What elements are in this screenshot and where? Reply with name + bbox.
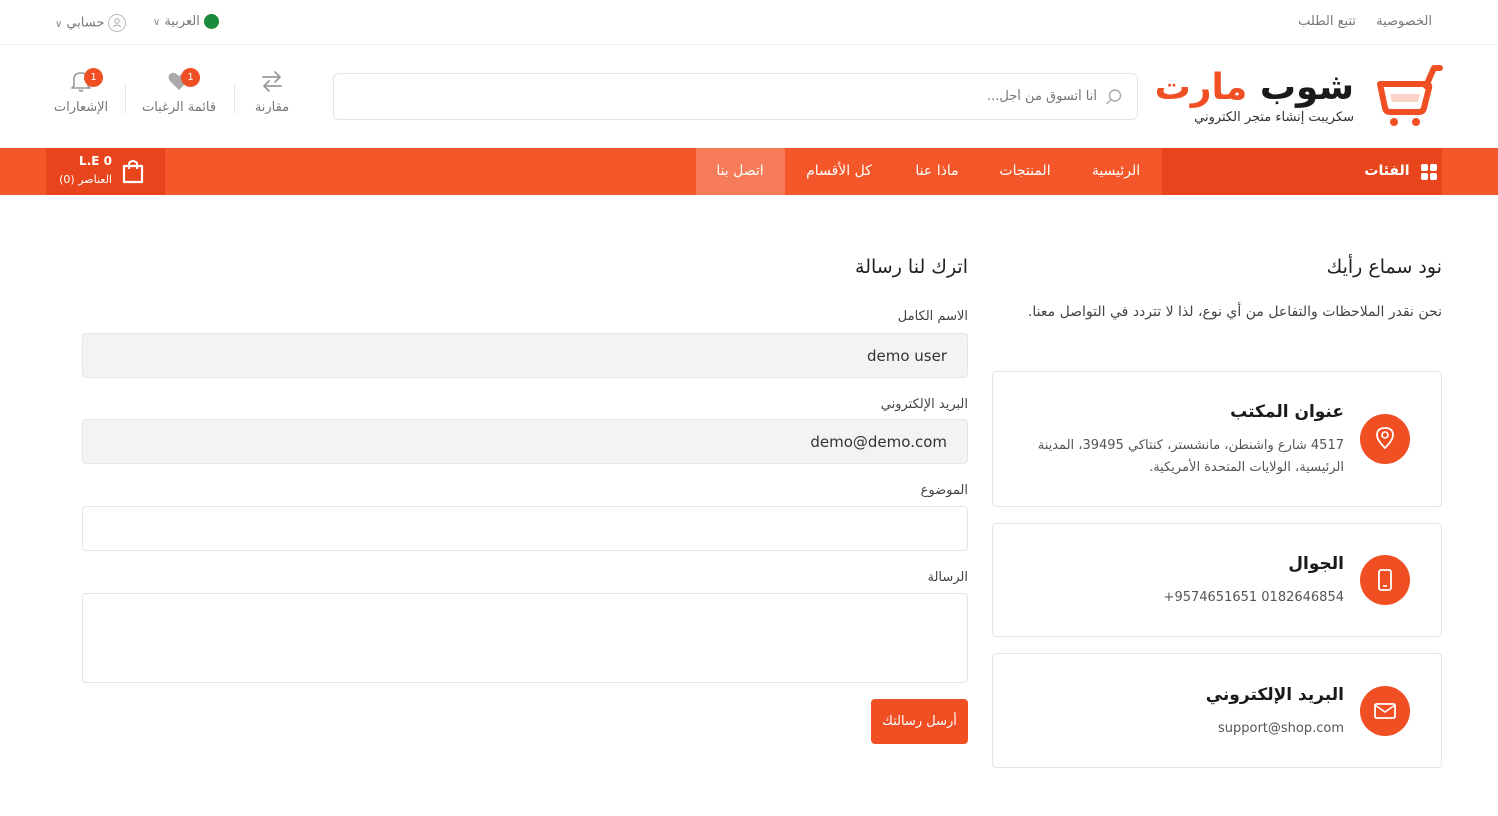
full-name-input[interactable]: [82, 333, 968, 378]
phone-icon-circle: [1360, 555, 1410, 605]
office-address-title: عنوان المكتب: [1230, 402, 1344, 422]
user-icon: [108, 14, 127, 32]
office-address-text: 4517 شارع واشنطن، مانشستر، كنتاكي 39495،…: [1037, 438, 1344, 475]
compare-arrows-icon: [262, 71, 282, 92]
message-textarea[interactable]: [82, 593, 968, 683]
location-pin-icon: [1376, 427, 1394, 450]
privacy-link[interactable]: الخصوصية: [1376, 14, 1432, 29]
wishlist-count-badge: 1: [181, 68, 200, 87]
nav-item-contact[interactable]: اتصل بنا: [700, 148, 780, 195]
form-title: اترك لنا رسالة: [855, 256, 968, 278]
send-message-button[interactable]: أرسل رسالتك: [871, 699, 968, 744]
full-name-label: الاسم الكامل: [897, 309, 968, 324]
shop-cart-logo-icon[interactable]: [1376, 62, 1444, 130]
logo-subtitle: سكريبت إنشاء متجر الكتروني: [1194, 110, 1354, 125]
grid-icon: [1421, 163, 1437, 180]
account-menu[interactable]: حسابي∨: [55, 14, 127, 32]
chevron-down-icon: ∨: [55, 18, 63, 30]
search-icon[interactable]: [1105, 88, 1123, 106]
categories-button[interactable]: الفئات: [1358, 148, 1438, 195]
search-box[interactable]: [333, 73, 1138, 120]
top-bar: [0, 0, 1498, 45]
envelope-icon: [1374, 703, 1396, 719]
email-input[interactable]: [82, 419, 968, 464]
subject-input[interactable]: [82, 506, 968, 551]
language-label: العربية: [164, 14, 200, 29]
nav-item-all-categories[interactable]: كل الأقسام: [796, 148, 882, 195]
nav-item-about[interactable]: ماذا عنا: [902, 148, 972, 195]
chevron-down-icon: ∨: [153, 17, 161, 28]
wishlist-button[interactable]: 1 قائمة الرغبات: [134, 68, 224, 115]
email-address[interactable]: support@shop.com: [1024, 718, 1344, 740]
logo-word-shop: شوب: [1259, 67, 1354, 108]
cart-items-count: العناصر (0): [59, 173, 112, 186]
location-icon-circle: [1360, 414, 1410, 464]
contact-info-title: نود سماع رأيك: [1326, 256, 1442, 278]
nav-item-home[interactable]: الرئيسية: [1080, 148, 1152, 195]
mobile-title: الجوال: [1288, 554, 1344, 574]
notifications-label: الإشعارات: [53, 100, 109, 115]
shopping-bag-icon: [122, 160, 144, 184]
email-icon-circle: [1360, 686, 1410, 736]
message-label: الرسالة: [927, 570, 968, 585]
cart-amount: 0 L.E: [79, 154, 112, 168]
header-divider: [234, 84, 235, 114]
subject-label: الموضوع: [920, 483, 968, 498]
email-title: البريد الإلكتروني: [1205, 685, 1344, 705]
email-label: البريد الإلكتروني: [880, 397, 968, 412]
wishlist-label: قائمة الرغبات: [141, 100, 217, 115]
language-selector[interactable]: العربية∨: [153, 14, 219, 29]
contact-intro-text: نحن نقدر الملاحظات والتفاعل من أي نوع، ل…: [1027, 304, 1442, 320]
compare-button[interactable]: مقارنة: [227, 68, 317, 115]
logo-word-mart: مارت: [1154, 67, 1248, 108]
compare-label: مقارنة: [254, 100, 290, 115]
nav-item-products[interactable]: المنتجات: [990, 148, 1060, 195]
mobile-numbers: +9574651651 0182646854: [1163, 590, 1344, 605]
notifications-button[interactable]: 1 الإشعارات: [36, 68, 126, 115]
track-order-link[interactable]: تتبع الطلب: [1298, 14, 1356, 29]
categories-label: الفئات: [1364, 163, 1410, 179]
notifications-count-badge: 1: [84, 68, 103, 87]
saudi-flag-icon: [203, 14, 219, 29]
mobile-phone-icon: [1378, 569, 1392, 591]
account-label: حسابي: [66, 15, 105, 31]
logo-title[interactable]: شوب مارت: [1155, 64, 1354, 112]
search-input[interactable]: [377, 74, 1097, 119]
